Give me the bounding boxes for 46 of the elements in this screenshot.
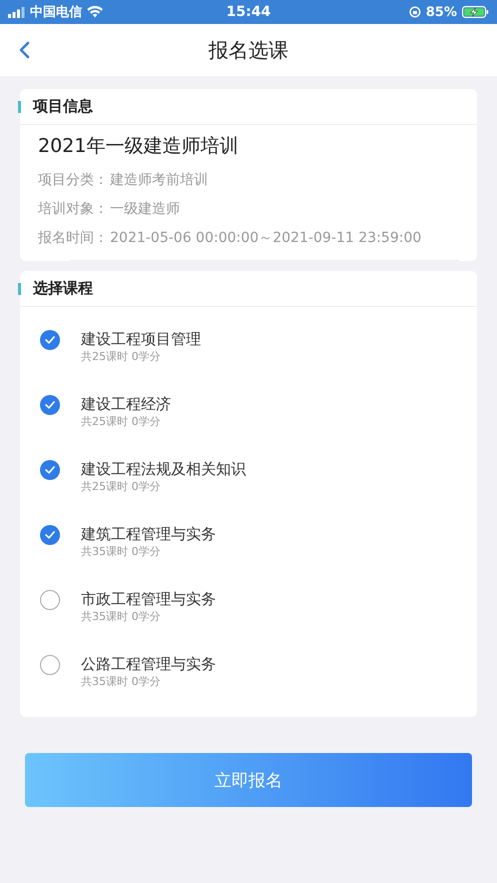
carrier-name: 中国电信 xyxy=(30,4,82,21)
course-item[interactable]: 建筑工程管理与实务 共35课时 0学分 xyxy=(20,510,477,575)
course-hours: 共35课时 0学分 xyxy=(81,609,162,625)
battery-percent: 85% xyxy=(426,4,458,20)
check-icon xyxy=(45,531,55,539)
checkbox[interactable] xyxy=(40,395,60,415)
signal-icon xyxy=(8,6,25,18)
checkbox[interactable] xyxy=(40,655,60,675)
project-name: 2021年一级建造师培训 xyxy=(38,134,240,159)
rotation-lock-icon xyxy=(408,6,421,18)
field-value: 2021-05-06 00:00:00～2021-09-11 23:59:00 xyxy=(110,228,422,246)
course-hours: 共25课时 0学分 xyxy=(81,349,162,365)
field-label: 报名时间： xyxy=(38,228,108,246)
checkbox[interactable] xyxy=(40,460,60,480)
back-icon xyxy=(18,40,32,60)
battery-charging-icon xyxy=(462,6,490,18)
checkbox[interactable] xyxy=(40,590,60,610)
check-icon xyxy=(45,336,55,344)
checkbox[interactable] xyxy=(40,330,60,350)
section-heading: 项目信息 xyxy=(33,97,93,116)
course-hours: 共25课时 0学分 xyxy=(81,479,162,495)
wifi-icon xyxy=(87,6,103,18)
course-item[interactable]: 建设工程项目管理 共25课时 0学分 xyxy=(20,315,477,380)
check-icon xyxy=(45,401,55,409)
field-label: 项目分类： xyxy=(38,170,108,188)
checkbox[interactable] xyxy=(40,525,60,545)
course-name: 公路工程管理与实务 xyxy=(81,654,216,674)
course-item[interactable]: 建设工程经济 共25课时 0学分 xyxy=(20,380,477,445)
course-item[interactable]: 市政工程管理与实务 共35课时 0学分 xyxy=(20,575,477,640)
course-item[interactable]: 公路工程管理与实务 共35课时 0学分 xyxy=(20,640,477,705)
course-name: 建设工程法规及相关知识 xyxy=(81,459,246,479)
course-item[interactable]: 建设工程法规及相关知识 共25课时 0学分 xyxy=(20,445,477,510)
field-label: 培训对象： xyxy=(38,200,108,218)
course-name: 建筑工程管理与实务 xyxy=(81,524,216,544)
course-hours: 共35课时 0学分 xyxy=(81,674,162,690)
check-icon xyxy=(45,466,55,474)
course-name: 建设工程项目管理 xyxy=(81,329,201,349)
section-heading: 选择课程 xyxy=(33,279,93,298)
course-name: 市政工程管理与实务 xyxy=(81,589,216,609)
field-value: 一级建造师 xyxy=(110,200,180,218)
status-time: 15:44 xyxy=(226,4,271,20)
course-hours: 共25课时 0学分 xyxy=(81,414,162,430)
course-hours: 共35课时 0学分 xyxy=(81,544,162,560)
page-title: 报名选课 xyxy=(208,36,288,64)
course-name: 建设工程经济 xyxy=(81,394,171,414)
field-value: 建造师考前培训 xyxy=(110,170,208,188)
